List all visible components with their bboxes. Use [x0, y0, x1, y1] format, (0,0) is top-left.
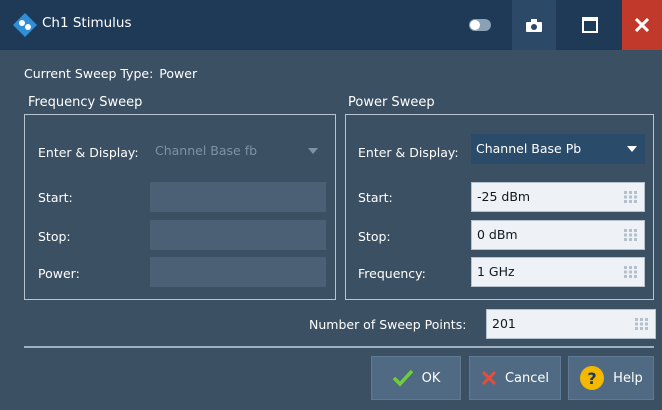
frequency-start-field [150, 182, 326, 212]
svg-text:?: ? [588, 369, 597, 388]
screenshot-button[interactable] [512, 0, 556, 50]
power-stop-field[interactable]: 0 dBm [471, 220, 645, 250]
cancel-label: Cancel [504, 370, 550, 386]
power-start-field[interactable]: -25 dBm [471, 182, 645, 212]
power-frequency-field[interactable]: 1 GHz [471, 257, 645, 287]
close-button[interactable] [622, 0, 662, 50]
power-sweep-title: Power Sweep [348, 95, 435, 110]
chevron-down-icon [308, 148, 318, 154]
frequency-stop-field [150, 220, 326, 250]
power-enter-display-value: Channel Base Pb [476, 141, 582, 156]
toggle-icon [469, 19, 491, 31]
current-sweep-type-value: Power [159, 66, 198, 81]
frequency-enter-display-select: Channel Base fb [150, 136, 326, 166]
sweep-points-label: Number of Sweep Points: [309, 317, 467, 332]
frequency-power-field [150, 257, 326, 287]
frequency-stop-label: Stop: [38, 229, 71, 244]
rohde-schwarz-logo-icon [13, 13, 37, 37]
frequency-sweep-title: Frequency Sweep [28, 95, 143, 110]
help-icon: ? [579, 365, 605, 391]
camera-icon [526, 18, 542, 32]
sweep-points-field[interactable]: 201 [486, 309, 656, 339]
window-title: Ch1 Stimulus [42, 15, 132, 31]
frequency-enter-display-value: Channel Base fb [155, 143, 258, 158]
power-start-label: Start: [358, 190, 393, 205]
sweep-points-value: 201 [492, 316, 516, 331]
maximize-icon [582, 17, 598, 33]
power-enter-display-label: Enter & Display: [358, 145, 459, 160]
numpad-icon[interactable] [635, 318, 649, 330]
chevron-down-icon [627, 146, 637, 152]
cross-icon [481, 370, 497, 386]
maximize-button[interactable] [568, 0, 612, 50]
divider [24, 346, 654, 348]
power-stop-value: 0 dBm [477, 227, 518, 242]
close-icon [635, 18, 649, 32]
numpad-icon[interactable] [624, 191, 638, 203]
frequency-start-label: Start: [38, 190, 73, 205]
power-start-value: -25 dBm [477, 189, 531, 204]
current-sweep-type-label: Current Sweep Type: [24, 66, 154, 81]
power-enter-display-select[interactable]: Channel Base Pb [471, 134, 645, 164]
power-stop-label: Stop: [358, 229, 391, 244]
frequency-power-label: Power: [38, 266, 80, 281]
ok-label: OK [421, 370, 441, 386]
checkmark-icon [392, 369, 414, 387]
current-sweep-type: Current Sweep Type: Power [24, 66, 203, 81]
numpad-icon[interactable] [624, 229, 638, 241]
cancel-button[interactable]: Cancel [469, 356, 561, 400]
help-button[interactable]: ? Help [568, 356, 654, 400]
power-frequency-label: Frequency: [358, 266, 426, 281]
power-frequency-value: 1 GHz [477, 264, 515, 279]
title-bar: Ch1 Stimulus [0, 0, 662, 50]
help-label: Help [613, 370, 643, 386]
numpad-icon[interactable] [624, 266, 638, 278]
frequency-enter-display-label: Enter & Display: [38, 145, 139, 160]
toggle-button[interactable] [460, 0, 500, 50]
ok-button[interactable]: OK [371, 356, 461, 400]
